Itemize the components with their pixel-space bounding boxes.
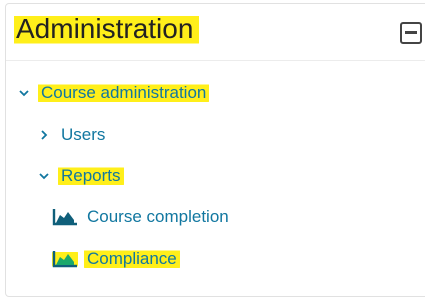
tree-item-users[interactable]: Users — [38, 124, 108, 146]
area-chart-icon — [52, 208, 78, 226]
chevron-down-icon — [38, 170, 52, 182]
collapse-block-button[interactable] — [400, 22, 422, 44]
tree-item-label: Users — [61, 125, 106, 144]
tree-item-course-completion[interactable]: Course completion — [52, 206, 232, 228]
block-title: Administration — [14, 12, 200, 46]
tree-item-label: Course completion — [87, 207, 229, 226]
chevron-right-icon — [38, 129, 52, 141]
tree-item-course-administration[interactable]: Course administration — [18, 82, 210, 104]
tree-item-label: Course administration — [38, 82, 210, 104]
area-chart-icon — [52, 250, 78, 268]
divider — [6, 60, 425, 61]
chevron-down-icon — [18, 87, 32, 99]
tree-item-label: Compliance — [84, 248, 180, 270]
tree-item-label: Reports — [58, 165, 124, 187]
tree-item-compliance[interactable]: Compliance — [52, 248, 180, 270]
tree-item-reports[interactable]: Reports — [38, 165, 124, 187]
